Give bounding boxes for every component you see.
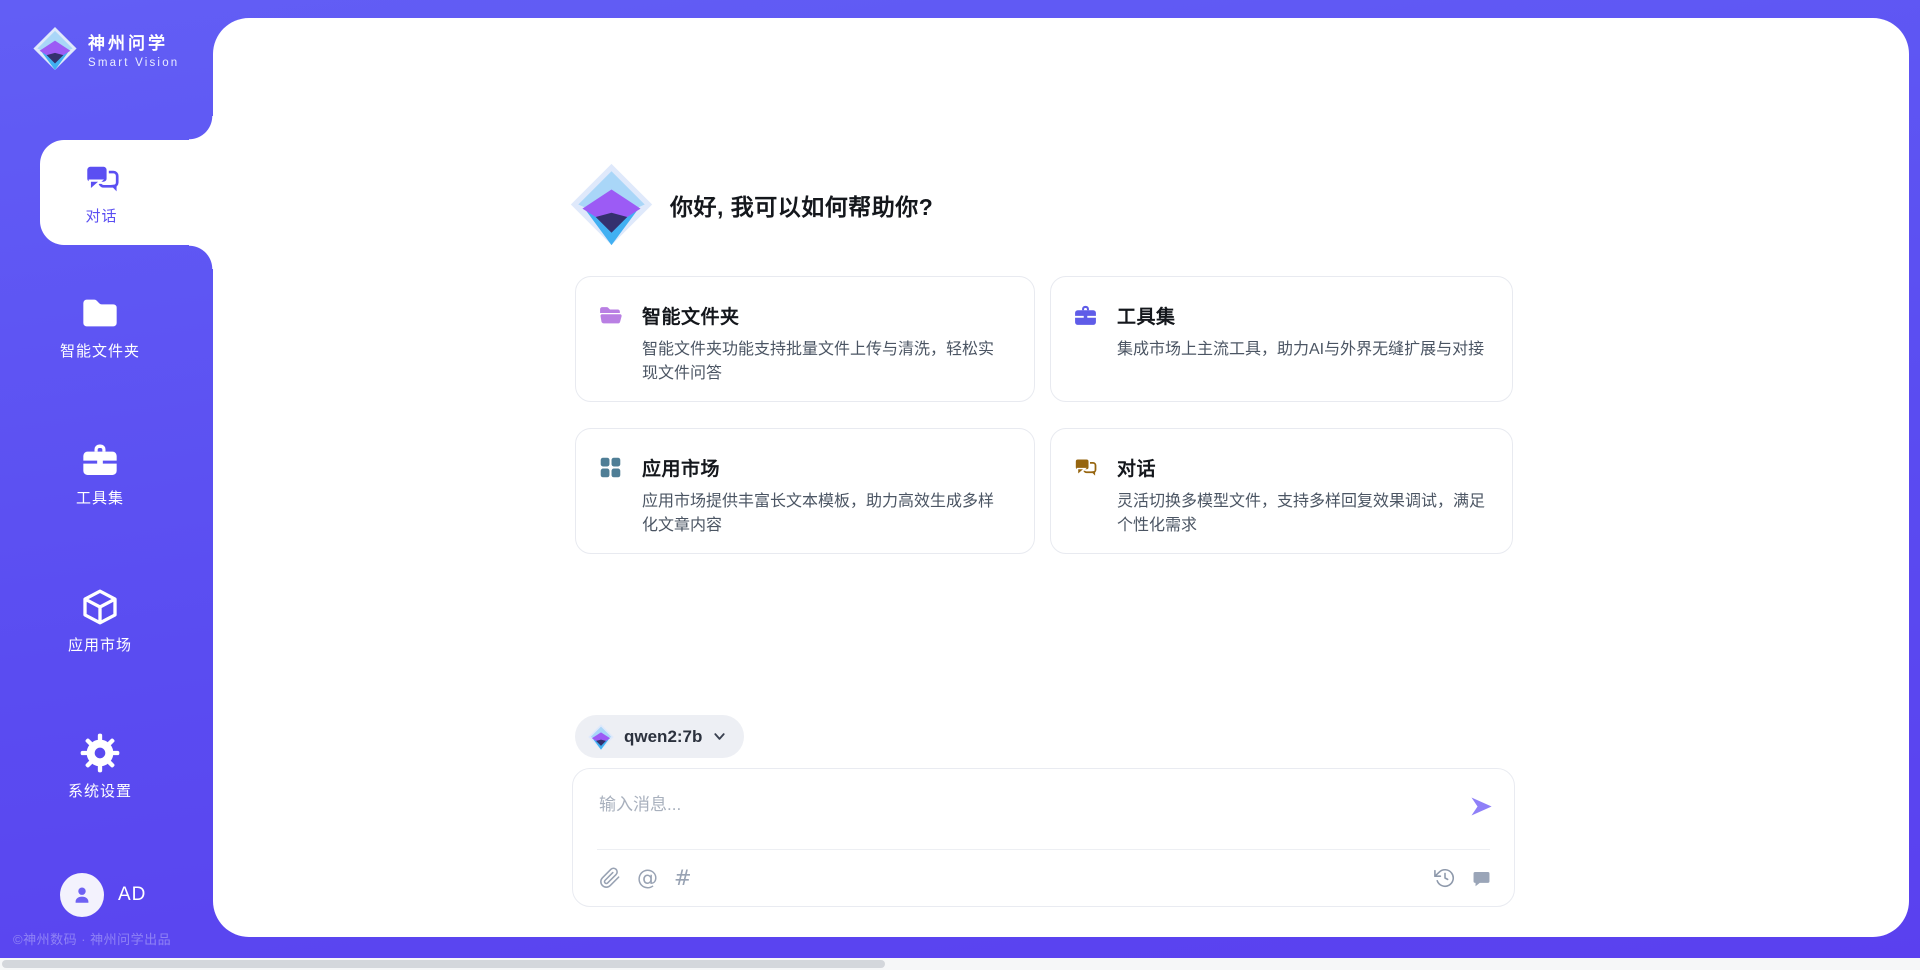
paperclip-icon[interactable]	[599, 867, 621, 889]
folder-open-icon	[598, 303, 623, 328]
card-app-market[interactable]: 应用市场 应用市场提供丰富长文本模板，助力高效生成多样化文章内容	[575, 428, 1035, 554]
at-icon[interactable]: @	[637, 868, 658, 889]
horizontal-scrollbar	[0, 958, 1920, 970]
model-name: qwen2:7b	[624, 727, 702, 747]
sidebar-item-label: 系统设置	[68, 780, 132, 801]
sidebar-item-app-market[interactable]: 应用市场	[0, 587, 200, 655]
gem-diamond-icon	[33, 25, 77, 72]
brand-subtitle: Smart Vision	[88, 57, 179, 69]
user-name: AD	[118, 884, 146, 906]
card-title: 智能文件夹	[642, 302, 740, 329]
chat-bubble-icon[interactable]	[1471, 868, 1492, 889]
send-button[interactable]	[1468, 793, 1494, 819]
hash-icon[interactable]: #	[674, 868, 692, 889]
sidebar: 神州问学 Smart Vision 对话 智能文件夹 工具集 应用市场 系统设置…	[0, 0, 213, 958]
sidebar-item-toolset[interactable]: 工具集	[0, 440, 200, 508]
chat-icon	[83, 160, 121, 198]
person-icon	[70, 883, 94, 907]
sidebar-item-label: 应用市场	[68, 634, 132, 655]
chevron-down-icon	[712, 729, 727, 744]
history-icon[interactable]	[1434, 867, 1456, 889]
gem-diamond-icon	[570, 163, 653, 246]
sidebar-item-chat[interactable]: 对话	[40, 140, 215, 245]
model-selector[interactable]: qwen2:7b	[575, 715, 744, 758]
greeting: 你好, 我可以如何帮助你?	[570, 163, 933, 246]
tab-curve-bottom	[189, 245, 213, 269]
greeting-title: 你好, 我可以如何帮助你?	[670, 188, 933, 222]
avatar	[60, 873, 104, 917]
sidebar-item-label: 智能文件夹	[60, 340, 140, 361]
card-title: 工具集	[1117, 302, 1176, 329]
feature-cards: 智能文件夹 智能文件夹功能支持批量文件上传与清洗，轻松实现文件问答 工具集 集成…	[575, 276, 1513, 554]
tab-curve-top	[189, 116, 213, 140]
cube-icon	[80, 587, 120, 627]
folder-icon	[80, 293, 120, 333]
sidebar-item-settings[interactable]: 系统设置	[0, 733, 200, 801]
card-title: 应用市场	[642, 454, 720, 481]
gear-icon	[80, 733, 120, 773]
sidebar-item-label: 工具集	[76, 487, 124, 508]
sidebar-item-smart-folder[interactable]: 智能文件夹	[0, 293, 200, 361]
user-profile[interactable]: AD	[60, 873, 146, 917]
card-description: 应用市场提供丰富长文本模板，助力高效生成多样化文章内容	[642, 490, 1008, 538]
card-toolset[interactable]: 工具集 集成市场上主流工具，助力AI与外界无缝扩展与对接	[1050, 276, 1513, 402]
chat-icon	[1073, 455, 1098, 480]
card-description: 灵活切换多模型文件，支持多样回复效果调试，满足个性化需求	[1117, 490, 1486, 538]
copyright-text: ©神州数码 · 神州问学出品	[13, 929, 171, 948]
card-description: 集成市场上主流工具，助力AI与外界无缝扩展与对接	[1117, 338, 1486, 362]
sidebar-item-label: 对话	[85, 205, 117, 226]
message-input[interactable]	[599, 785, 1444, 825]
card-chat[interactable]: 对话 灵活切换多模型文件，支持多样回复效果调试，满足个性化需求	[1050, 428, 1513, 554]
send-icon	[1468, 793, 1494, 819]
briefcase-icon	[1073, 303, 1098, 328]
message-composer: @ #	[572, 768, 1515, 907]
card-title: 对话	[1117, 454, 1156, 481]
brand-name: 神州问学	[88, 29, 179, 54]
brand-logo: 神州问学 Smart Vision	[33, 25, 179, 72]
composer-toolbar: @ #	[599, 850, 1492, 906]
briefcase-icon	[80, 440, 120, 480]
card-smart-folder[interactable]: 智能文件夹 智能文件夹功能支持批量文件上传与清洗，轻松实现文件问答	[575, 276, 1035, 402]
scrollbar-thumb[interactable]	[2, 960, 885, 968]
grid-icon	[598, 455, 623, 480]
gem-diamond-icon	[588, 724, 614, 750]
card-description: 智能文件夹功能支持批量文件上传与清洗，轻松实现文件问答	[642, 338, 1008, 386]
